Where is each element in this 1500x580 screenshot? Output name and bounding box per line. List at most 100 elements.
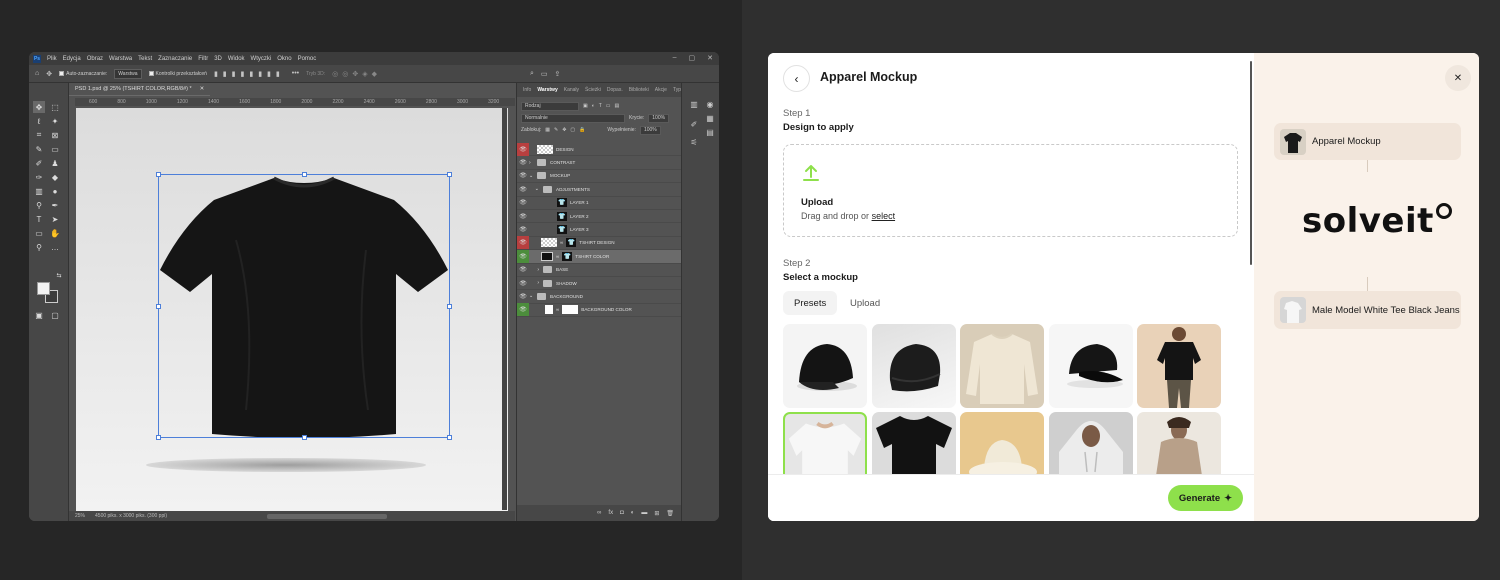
search-icon[interactable]: ⌕ [530, 70, 534, 78]
share-icon[interactable]: ⇪ [555, 70, 561, 78]
menu-window[interactable]: Okno [277, 56, 291, 62]
tab-libraries[interactable]: Biblioteki [629, 87, 649, 93]
new-layer-icon[interactable]: ⊞ [654, 510, 659, 517]
tab-presets[interactable]: Presets [783, 291, 838, 315]
visibility-eye-icon[interactable]: 👁 [517, 303, 529, 317]
visibility-eye-icon[interactable]: 👁 [517, 277, 529, 290]
tab-actions[interactable]: Akcje [655, 87, 667, 93]
visibility-eye-icon[interactable]: 👁 [517, 210, 529, 223]
healing-brush-icon[interactable]: ▭ [49, 143, 61, 155]
visibility-eye-icon[interactable]: 👁 [517, 156, 529, 169]
close-tab-icon[interactable]: ✕ [200, 86, 205, 92]
vertical-scrollbar[interactable] [502, 108, 507, 510]
chevron-right-icon[interactable]: › [529, 280, 539, 286]
preset-black-snapback[interactable] [1049, 324, 1133, 408]
visibility-eye-icon[interactable]: 👁 [517, 142, 529, 156]
tab-upload[interactable]: Upload [841, 291, 889, 315]
visibility-eye-icon[interactable]: 👁 [517, 223, 529, 236]
adjustment-layer-icon[interactable]: ◐ [631, 510, 635, 516]
visibility-eye-icon[interactable]: 👁 [517, 183, 529, 196]
3d-tools-icons[interactable]: ◎◎✥◈◆ [332, 70, 381, 78]
layer-filter-select[interactable]: Rodzaj [521, 101, 579, 111]
eraser-tool-icon[interactable]: ◆ [49, 171, 61, 183]
adjustments-icon[interactable]: ⚟ [688, 137, 700, 147]
menu-edit[interactable]: Edycja [63, 56, 81, 62]
filter-icons[interactable]: ▣◐T▭▤ [583, 103, 623, 109]
menu-3d[interactable]: 3D [214, 56, 222, 62]
frame-tool-icon[interactable]: ⊠ [49, 129, 61, 141]
tab-info[interactable]: Info [523, 87, 531, 93]
visibility-eye-icon[interactable]: 👁 [517, 236, 529, 250]
crop-tool-icon[interactable]: ⌗ [33, 129, 45, 141]
zoom-tool-icon[interactable]: ⚲ [33, 241, 45, 253]
visibility-eye-icon[interactable]: 👁 [517, 290, 529, 303]
stamp-tool-icon[interactable]: ♟ [49, 157, 61, 169]
menu-view[interactable]: Widok [228, 56, 245, 62]
maximize-icon[interactable]: ▢ [689, 54, 696, 62]
layer-row[interactable]: 👁 › CONTRAST [517, 156, 682, 170]
auto-select-checkbox[interactable]: Auto-zaznaczanie: [59, 71, 107, 77]
preset-black-beanie[interactable] [872, 324, 956, 408]
menu-image[interactable]: Obraz [87, 56, 103, 62]
zoom-level[interactable]: 25% [75, 513, 85, 519]
layer-row[interactable]: 👁 ⌄ ADJUSTMENTS [517, 183, 682, 197]
new-group-icon[interactable]: ▬ [641, 510, 647, 516]
design-upload-dropzone[interactable]: Upload Drag and drop or select [783, 144, 1238, 237]
history-brush-icon[interactable]: ✑ [33, 171, 45, 183]
menu-file[interactable]: Plik [47, 56, 57, 62]
form-scrollbar[interactable] [1250, 61, 1252, 265]
hand-tool-icon[interactable]: ✋ [49, 227, 61, 239]
layer-row[interactable]: 👁 ⌄ MOCKUP [517, 170, 682, 184]
visibility-eye-icon[interactable]: 👁 [517, 196, 529, 209]
visibility-eye-icon[interactable]: 👁 [517, 249, 529, 263]
workspace-icon[interactable]: ▭ [541, 70, 548, 78]
grid-panel-icon[interactable]: ▦ [704, 113, 716, 123]
select-file-link[interactable]: select [872, 211, 896, 221]
home-icon[interactable]: ⌂ [35, 70, 39, 77]
close-button[interactable]: ✕ [1445, 65, 1471, 91]
layer-row[interactable]: 👁 › BASE [517, 264, 682, 277]
pen-tool-icon[interactable]: ✒ [49, 199, 61, 211]
layer-row[interactable]: 👁 DESIGN [517, 142, 682, 157]
swatches-panel-icon[interactable]: ▤ [704, 127, 716, 137]
lasso-tool-icon[interactable]: ℓ [33, 115, 45, 127]
target-select[interactable]: Warstwa [114, 68, 142, 79]
tab-adjustments[interactable]: Dopas. [607, 87, 623, 93]
opacity-input[interactable]: 100% [648, 113, 670, 123]
generate-button[interactable]: Generate ✦ [1168, 485, 1243, 511]
swap-colors-icon[interactable]: ⇆ [53, 269, 65, 281]
gradient-tool-icon[interactable]: ▥ [33, 185, 45, 197]
layer-row[interactable]: 👁 ∞ BACKGROUND COLOR [517, 303, 682, 318]
more-tools-icon[interactable]: … [49, 241, 61, 253]
more-icon[interactable]: ••• [292, 70, 299, 77]
menu-type[interactable]: Tekst [138, 56, 152, 62]
back-button[interactable]: ‹ [783, 65, 810, 92]
layer-row[interactable]: 👁 › SHADOW [517, 277, 682, 291]
transform-controls-checkbox[interactable]: Kontrolki przekształceń [148, 71, 207, 77]
preset-cream-sweatshirt[interactable] [960, 324, 1044, 408]
3d-panel-icon[interactable]: ◉ [704, 99, 716, 109]
screen-mode-icon[interactable]: ▢ [49, 309, 61, 321]
menu-select[interactable]: Zaznaczanie [158, 56, 192, 62]
foreground-color-swatch[interactable] [37, 282, 50, 295]
dodge-tool-icon[interactable]: ⚲ [33, 199, 45, 211]
transform-bounding-box[interactable] [156, 172, 452, 440]
link-layers-icon[interactable]: ∞ [597, 510, 601, 516]
preset-model-black-tee[interactable] [1137, 324, 1221, 408]
preset-black-cap[interactable] [783, 324, 867, 408]
tab-layers[interactable]: Warstwy [537, 87, 557, 93]
magic-wand-icon[interactable]: ✦ [49, 115, 61, 127]
type-tool-icon[interactable]: T [33, 213, 45, 225]
menu-layer[interactable]: Warstwa [109, 56, 132, 62]
lock-icons[interactable]: ▦✎✥▢🔒 [545, 127, 589, 133]
horizontal-scrollbar[interactable] [267, 513, 388, 519]
quick-mask-icon[interactable]: ▣ [33, 309, 45, 321]
close-icon[interactable]: ✕ [707, 54, 713, 62]
canvas[interactable] [76, 108, 508, 512]
layer-row[interactable]: 👁 👕 LAYER 2 [517, 210, 682, 224]
brush-tool-icon[interactable]: ✐ [33, 157, 45, 169]
eyedropper-icon[interactable]: ✎ [33, 143, 45, 155]
properties-icon[interactable]: ▥ [688, 99, 700, 109]
layer-row-selected[interactable]: 👁 ∞ 👕 TSHIRT COLOR [517, 249, 682, 264]
fx-icon[interactable]: fx [608, 510, 613, 516]
